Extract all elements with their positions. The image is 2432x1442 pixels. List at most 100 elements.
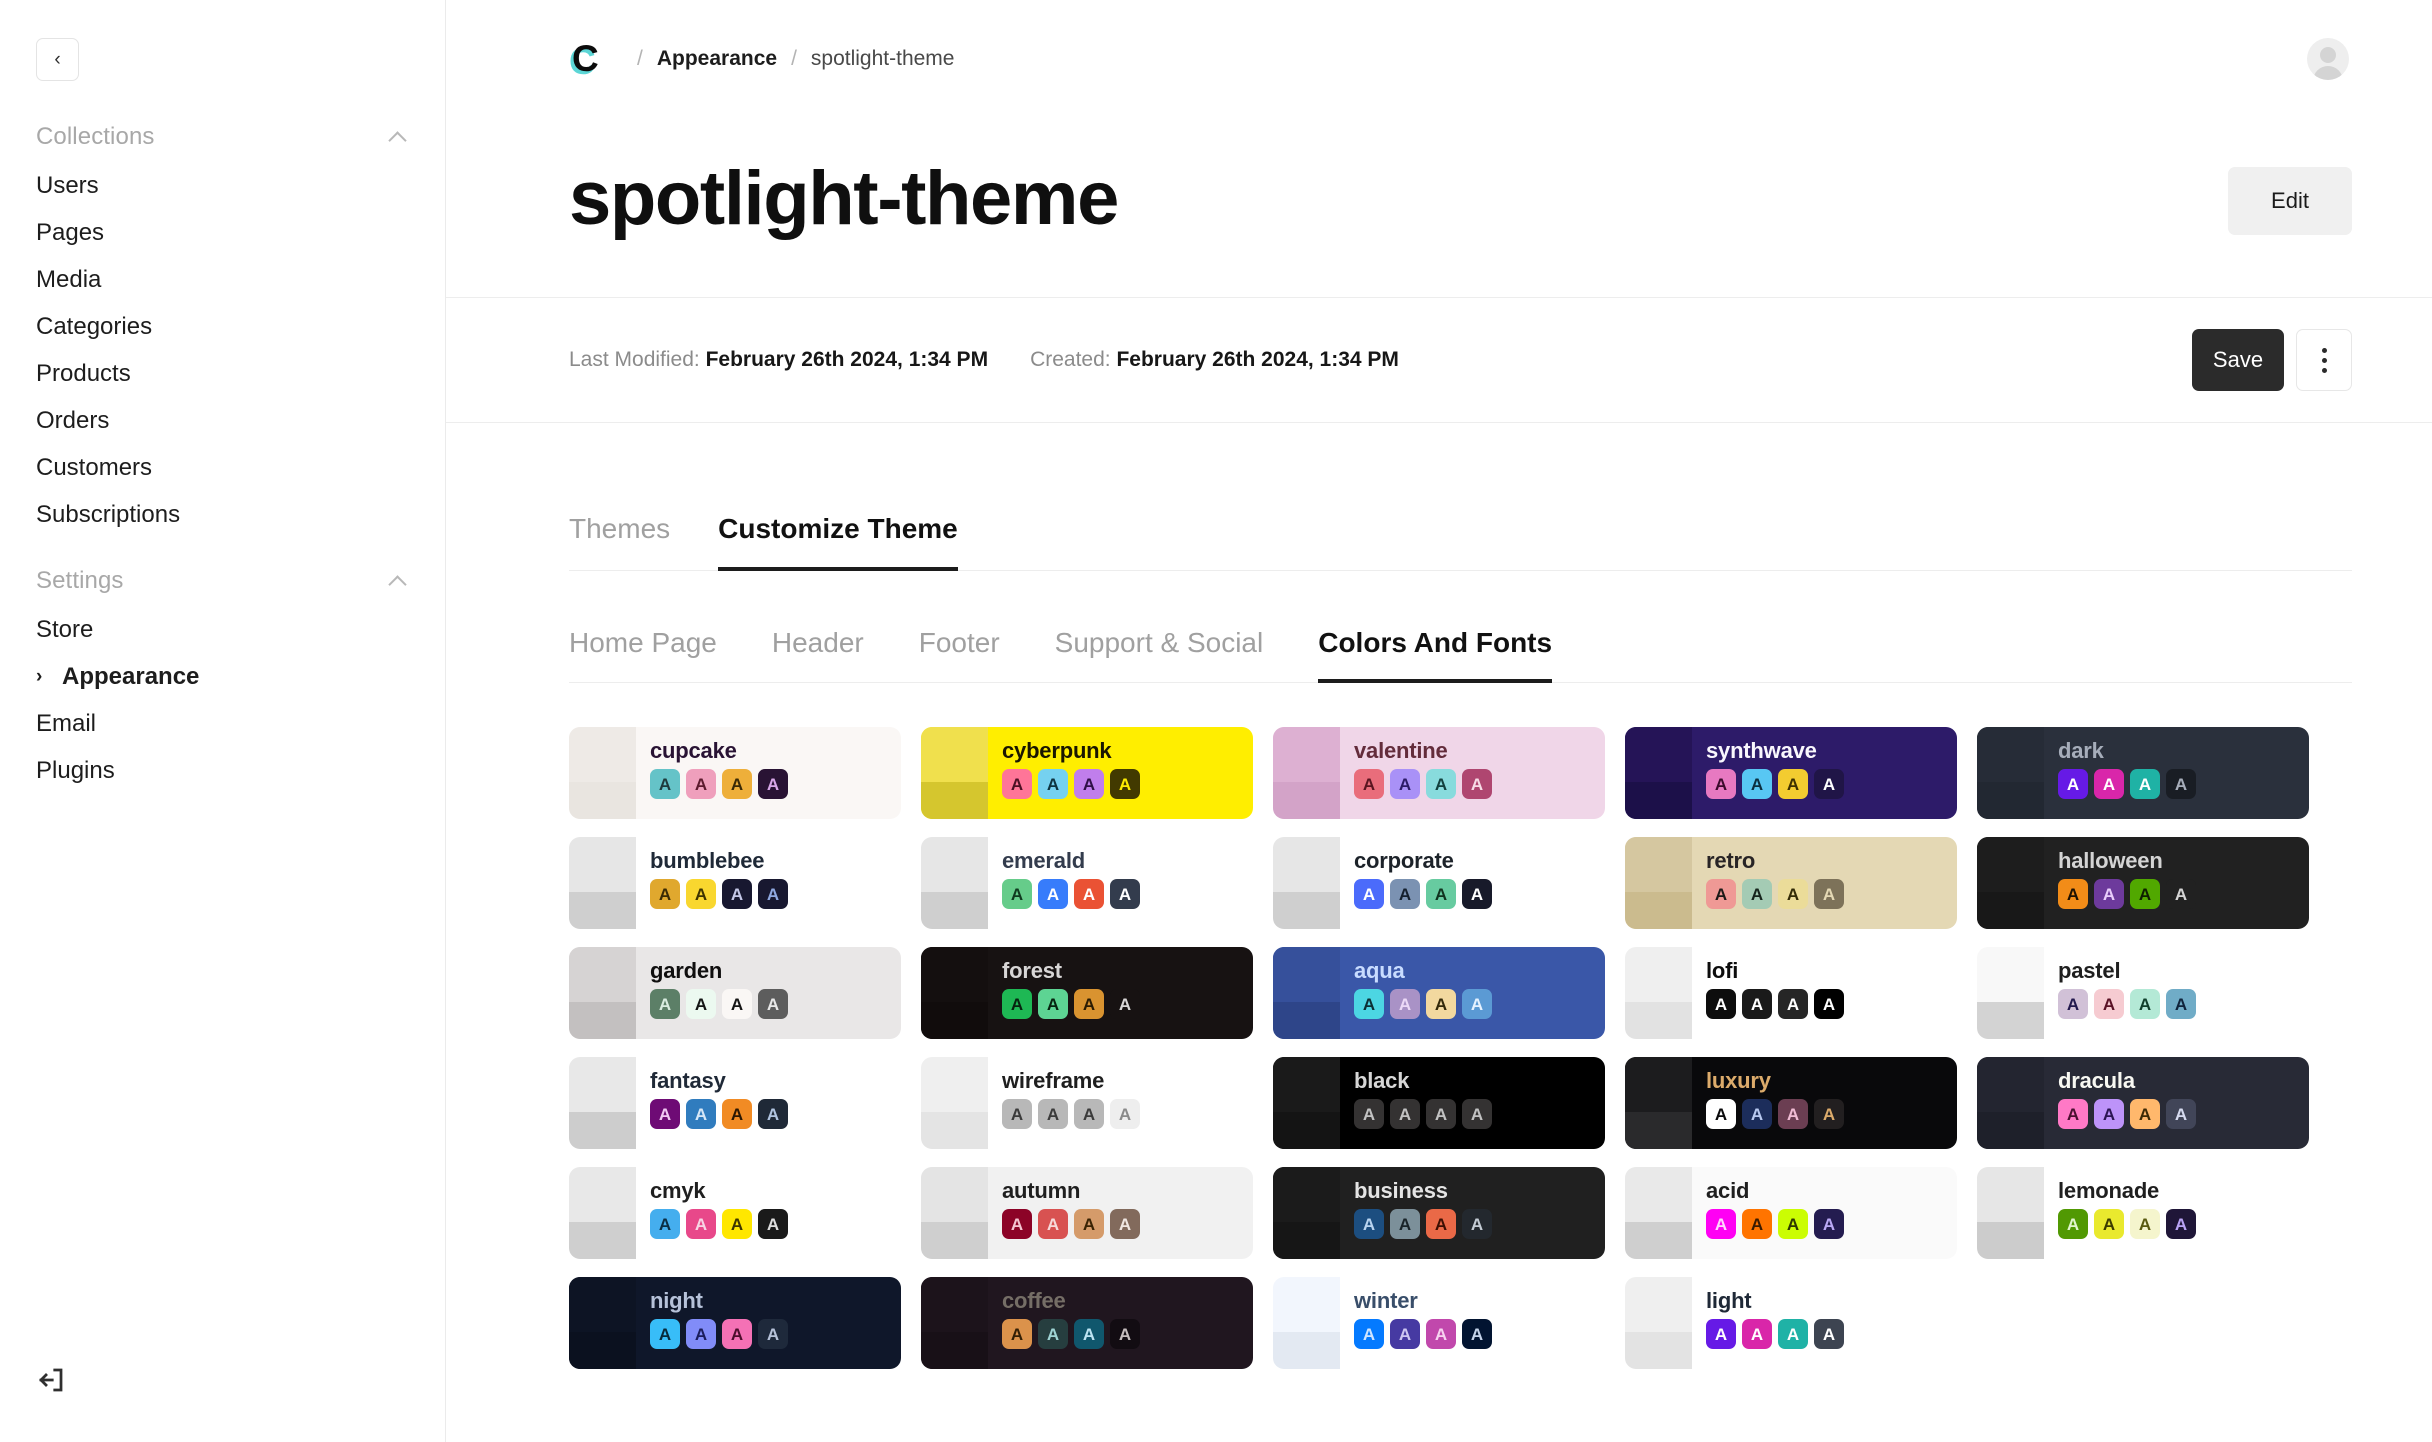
- tab-support-social[interactable]: Support & Social: [1055, 627, 1264, 683]
- sidebar-group-collections-header[interactable]: Collections: [0, 112, 445, 162]
- logout-icon[interactable]: [36, 1365, 66, 1395]
- theme-card-lofi[interactable]: lofi A A A A: [1625, 947, 1957, 1039]
- strip-top: [921, 837, 988, 893]
- theme-name: fantasy: [650, 1068, 726, 1093]
- sidebar-item-pages[interactable]: Pages: [0, 209, 445, 256]
- theme-card-preview-strip: [1977, 727, 2044, 819]
- sidebar-item-categories[interactable]: Categories: [0, 303, 445, 350]
- theme-card-dark[interactable]: dark A A A A: [1977, 727, 2309, 819]
- theme-name: cupcake: [650, 738, 737, 763]
- sidebar-item-email[interactable]: Email: [0, 700, 445, 747]
- breadcrumb-link-appearance[interactable]: Appearance: [657, 47, 777, 71]
- theme-card-preview-strip: [921, 1277, 988, 1369]
- sidebar-collapse-button[interactable]: ‹: [36, 38, 79, 81]
- chevron-left-icon: ‹: [54, 49, 61, 70]
- theme-card-acid[interactable]: acid A A A A: [1625, 1167, 1957, 1259]
- theme-swatches: AAAA: [1706, 1319, 1957, 1349]
- theme-card-black[interactable]: black A A A A: [1273, 1057, 1605, 1149]
- theme-card-cupcake[interactable]: cupcake A A A A: [569, 727, 901, 819]
- theme-card-corporate[interactable]: corporate A A A A: [1273, 837, 1605, 929]
- sidebar-item-subscriptions[interactable]: Subscriptions: [0, 491, 445, 538]
- theme-card-night[interactable]: night A A A A: [569, 1277, 901, 1369]
- strip-bottom: [569, 892, 636, 929]
- theme-swatch-2: A: [2094, 769, 2124, 799]
- strip-bottom: [1273, 1332, 1340, 1369]
- theme-card-preview-strip: [1625, 837, 1692, 929]
- theme-card-light[interactable]: light A A A A: [1625, 1277, 1957, 1369]
- theme-card-garden[interactable]: garden A A A A: [569, 947, 901, 1039]
- theme-card-retro[interactable]: retro A A A A: [1625, 837, 1957, 929]
- tab-customize-theme[interactable]: Customize Theme: [718, 513, 958, 571]
- sidebar-item-products[interactable]: Products: [0, 350, 445, 397]
- chevron-up-icon[interactable]: [389, 571, 409, 591]
- brand-logo-icon[interactable]: C C: [569, 40, 603, 80]
- theme-card-synthwave[interactable]: synthwave A A A A: [1625, 727, 1957, 819]
- theme-name: garden: [650, 958, 723, 983]
- theme-card-preview-strip: [921, 1167, 988, 1259]
- tab-home-page[interactable]: Home Page: [569, 627, 717, 683]
- created-label: Created:: [1030, 348, 1111, 371]
- sidebar-item-store[interactable]: Store: [0, 606, 445, 653]
- theme-swatch-2: A: [2094, 1099, 2124, 1129]
- strip-bottom: [921, 892, 988, 929]
- theme-card-fantasy[interactable]: fantasy A A A A: [569, 1057, 901, 1149]
- tab-colors-and-fonts[interactable]: Colors And Fonts: [1318, 627, 1552, 683]
- tab-header[interactable]: Header: [772, 627, 864, 683]
- sidebar-group-settings-header[interactable]: Settings: [0, 556, 445, 606]
- more-options-button[interactable]: [2296, 329, 2352, 391]
- theme-card-body: cupcake A A A A: [636, 727, 901, 819]
- chevron-up-icon[interactable]: [389, 127, 409, 147]
- theme-card-winter[interactable]: winter A A A A: [1273, 1277, 1605, 1369]
- theme-card-body: emerald A A A A: [988, 837, 1253, 929]
- theme-card-preview-strip: [1977, 837, 2044, 929]
- breadcrumb-current: spotlight-theme: [810, 46, 955, 70]
- theme-card-luxury[interactable]: luxury A A A A: [1625, 1057, 1957, 1149]
- theme-card-cmyk[interactable]: cmyk A A A A: [569, 1167, 901, 1259]
- theme-swatches: AAAA: [1002, 1099, 1253, 1129]
- sidebar-item-customers[interactable]: Customers: [0, 444, 445, 491]
- edit-button[interactable]: Edit: [2228, 167, 2352, 235]
- theme-swatch-4: A: [1814, 1209, 1844, 1239]
- theme-swatch-1: A: [1706, 989, 1736, 1019]
- sidebar-item-users[interactable]: Users: [0, 162, 445, 209]
- theme-card-forest[interactable]: forest A A A A: [921, 947, 1253, 1039]
- theme-card-coffee[interactable]: coffee A A A A: [921, 1277, 1253, 1369]
- theme-card-wireframe[interactable]: wireframe A A A A: [921, 1057, 1253, 1149]
- theme-card-pastel[interactable]: pastel A A A A: [1977, 947, 2309, 1039]
- theme-swatch-3: A: [1778, 879, 1808, 909]
- theme-swatch-3: A: [2130, 989, 2160, 1019]
- strip-bottom: [1273, 1002, 1340, 1039]
- theme-card-cyberpunk[interactable]: cyberpunk A A A A: [921, 727, 1253, 819]
- theme-card-emerald[interactable]: emerald A A A A: [921, 837, 1253, 929]
- strip-bottom: [921, 1112, 988, 1149]
- theme-swatch-2: A: [2094, 1209, 2124, 1239]
- sidebar-item-media[interactable]: Media: [0, 256, 445, 303]
- theme-card-halloween[interactable]: halloween A A A A: [1977, 837, 2309, 929]
- strip-bottom: [1273, 1112, 1340, 1149]
- theme-card-dracula[interactable]: dracula A A A A: [1977, 1057, 2309, 1149]
- strip-bottom: [1625, 782, 1692, 819]
- theme-swatches: AAAA: [2058, 1099, 2309, 1129]
- sidebar-item-label: Email: [36, 709, 97, 737]
- chevron-right-icon: ›: [36, 665, 43, 687]
- theme-card-preview-strip: [921, 947, 988, 1039]
- theme-card-business[interactable]: business A A A A: [1273, 1167, 1605, 1259]
- theme-swatch-3: A: [1426, 1209, 1456, 1239]
- theme-card-aqua[interactable]: aqua A A A A: [1273, 947, 1605, 1039]
- theme-swatches: AAAA: [2058, 1209, 2309, 1239]
- theme-name: black: [1354, 1068, 1410, 1093]
- theme-card-lemonade[interactable]: lemonade A A A A: [1977, 1167, 2309, 1259]
- strip-bottom: [569, 1222, 636, 1259]
- theme-card-bumblebee[interactable]: bumblebee A A A A: [569, 837, 901, 929]
- sidebar-item-orders[interactable]: Orders: [0, 397, 445, 444]
- strip-bottom: [921, 1002, 988, 1039]
- sidebar-item-plugins[interactable]: Plugins: [0, 747, 445, 794]
- user-avatar-icon[interactable]: [2307, 38, 2349, 80]
- tab-footer[interactable]: Footer: [919, 627, 1000, 683]
- theme-card-autumn[interactable]: autumn A A A A: [921, 1167, 1253, 1259]
- theme-swatch-4: A: [1110, 989, 1140, 1019]
- tab-themes[interactable]: Themes: [569, 513, 670, 571]
- theme-card-valentine[interactable]: valentine A A A A: [1273, 727, 1605, 819]
- save-button[interactable]: Save: [2192, 329, 2284, 391]
- sidebar-item-appearance[interactable]: › Appearance: [0, 653, 445, 700]
